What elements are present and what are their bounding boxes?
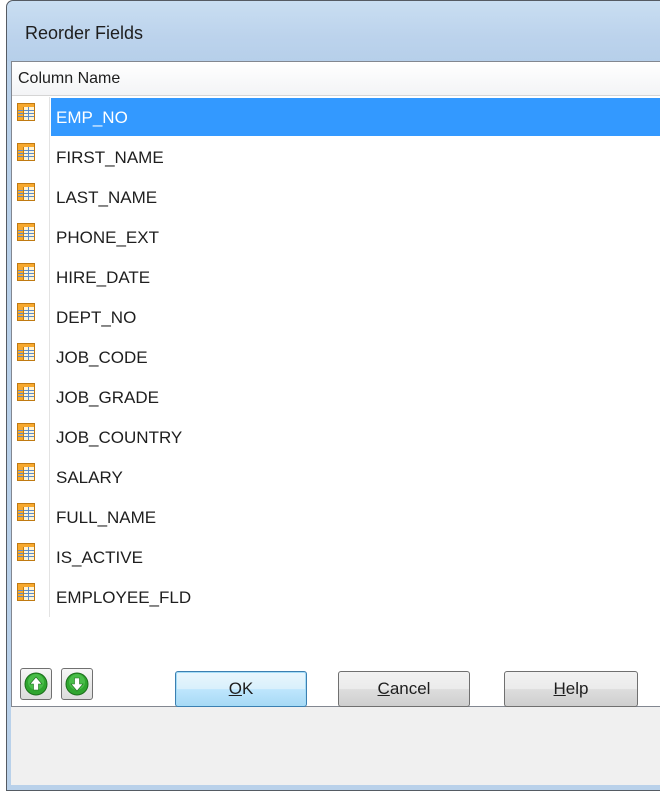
table-field-icon	[17, 503, 35, 521]
field-name-cell[interactable]: DEPT_NO	[51, 298, 660, 336]
field-row[interactable]: FIRST_NAME	[12, 137, 660, 177]
field-name: HIRE_DATE	[56, 268, 151, 287]
field-name: FIRST_NAME	[56, 148, 164, 167]
row-indicator-cell	[12, 417, 50, 457]
help-label: elp	[565, 679, 589, 698]
table-field-icon	[17, 383, 35, 401]
green-arrow-up-icon	[24, 672, 48, 696]
field-name: LAST_NAME	[56, 188, 158, 207]
field-row[interactable]: JOB_CODE	[12, 337, 660, 377]
field-name-cell[interactable]: JOB_COUNTRY	[51, 418, 660, 456]
cancel-button[interactable]: Cancel	[338, 671, 470, 707]
row-indicator-cell	[12, 297, 50, 337]
fields-list: EMP_NO FIRST_NAME LAST_NAME PHONE_EXT HI…	[12, 97, 660, 617]
table-field-icon	[17, 183, 35, 201]
dialog-client-area: Column Name EMP_NO FIRST_NAME LAST_NAME …	[11, 61, 660, 785]
green-arrow-down-icon	[65, 672, 89, 696]
table-field-icon	[17, 423, 35, 441]
field-name-cell[interactable]: EMP_NO	[51, 98, 660, 136]
field-row[interactable]: SALARY	[12, 457, 660, 497]
field-name: JOB_CODE	[56, 348, 148, 367]
field-name-cell[interactable]: PHONE_EXT	[51, 218, 660, 256]
ok-mnemonic: O	[228, 679, 242, 698]
row-indicator-cell	[12, 537, 50, 577]
field-name-cell[interactable]: IS_ACTIVE	[51, 538, 660, 576]
field-name-cell[interactable]: JOB_CODE	[51, 338, 660, 376]
column-header[interactable]: Column Name	[12, 62, 660, 96]
row-indicator-cell	[12, 97, 50, 137]
row-indicator-cell	[12, 137, 50, 177]
field-name: EMP_NO	[56, 108, 128, 127]
field-name: EMPLOYEE_FLD	[56, 588, 192, 607]
field-row[interactable]: EMPLOYEE_FLD	[12, 577, 660, 617]
move-down-button[interactable]	[61, 668, 93, 700]
field-name-cell[interactable]: JOB_GRADE	[51, 378, 660, 416]
reorder-fields-dialog: Reorder Fields Column Name EMP_NO FIRST_…	[6, 0, 660, 791]
table-field-icon	[17, 223, 35, 241]
help-mnemonic: H	[553, 679, 566, 698]
table-field-icon	[17, 303, 35, 321]
field-name-cell[interactable]: LAST_NAME	[51, 178, 660, 216]
field-row[interactable]: FULL_NAME	[12, 497, 660, 537]
field-name: DEPT_NO	[56, 308, 137, 327]
row-indicator-cell	[12, 457, 50, 497]
row-indicator-cell	[12, 497, 50, 537]
field-name: JOB_COUNTRY	[56, 428, 183, 447]
field-row[interactable]: LAST_NAME	[12, 177, 660, 217]
dialog-title: Reorder Fields	[25, 23, 144, 43]
field-name-cell[interactable]: FULL_NAME	[51, 498, 660, 536]
field-row[interactable]: JOB_GRADE	[12, 377, 660, 417]
table-field-icon	[17, 463, 35, 481]
fields-grid: Column Name EMP_NO FIRST_NAME LAST_NAME …	[11, 61, 660, 707]
ok-button[interactable]: OK	[175, 671, 307, 707]
table-field-icon	[17, 543, 35, 561]
field-name: PHONE_EXT	[56, 228, 159, 247]
field-name-cell[interactable]: HIRE_DATE	[51, 258, 660, 296]
field-name: SALARY	[56, 468, 123, 487]
help-button[interactable]: Help	[504, 671, 638, 707]
field-name-cell[interactable]: SALARY	[51, 458, 660, 496]
field-row[interactable]: HIRE_DATE	[12, 257, 660, 297]
row-indicator-cell	[12, 377, 50, 417]
field-name: IS_ACTIVE	[56, 548, 143, 567]
table-field-icon	[17, 103, 35, 121]
cancel-label: ancel	[389, 679, 431, 698]
move-up-button[interactable]	[20, 668, 52, 700]
table-field-icon	[17, 583, 35, 601]
cancel-mnemonic: C	[377, 679, 390, 698]
field-row[interactable]: DEPT_NO	[12, 297, 660, 337]
table-field-icon	[17, 143, 35, 161]
table-field-icon	[17, 343, 35, 361]
row-indicator-cell	[12, 257, 50, 297]
row-indicator-cell	[12, 217, 50, 257]
field-row[interactable]: EMP_NO	[12, 97, 660, 137]
title-bar[interactable]: Reorder Fields	[7, 1, 660, 61]
ok-label: K	[241, 679, 254, 698]
row-indicator-cell	[12, 577, 50, 617]
field-name-cell[interactable]: FIRST_NAME	[51, 138, 660, 176]
field-name: FULL_NAME	[56, 508, 157, 527]
field-name-cell[interactable]: EMPLOYEE_FLD	[51, 578, 660, 616]
row-indicator-cell	[12, 177, 50, 217]
table-field-icon	[17, 263, 35, 281]
field-name: JOB_GRADE	[56, 388, 159, 407]
row-indicator-cell	[12, 337, 50, 377]
field-row[interactable]: PHONE_EXT	[12, 217, 660, 257]
field-row[interactable]: JOB_COUNTRY	[12, 417, 660, 457]
field-row[interactable]: IS_ACTIVE	[12, 537, 660, 577]
column-header-label: Column Name	[18, 70, 121, 87]
